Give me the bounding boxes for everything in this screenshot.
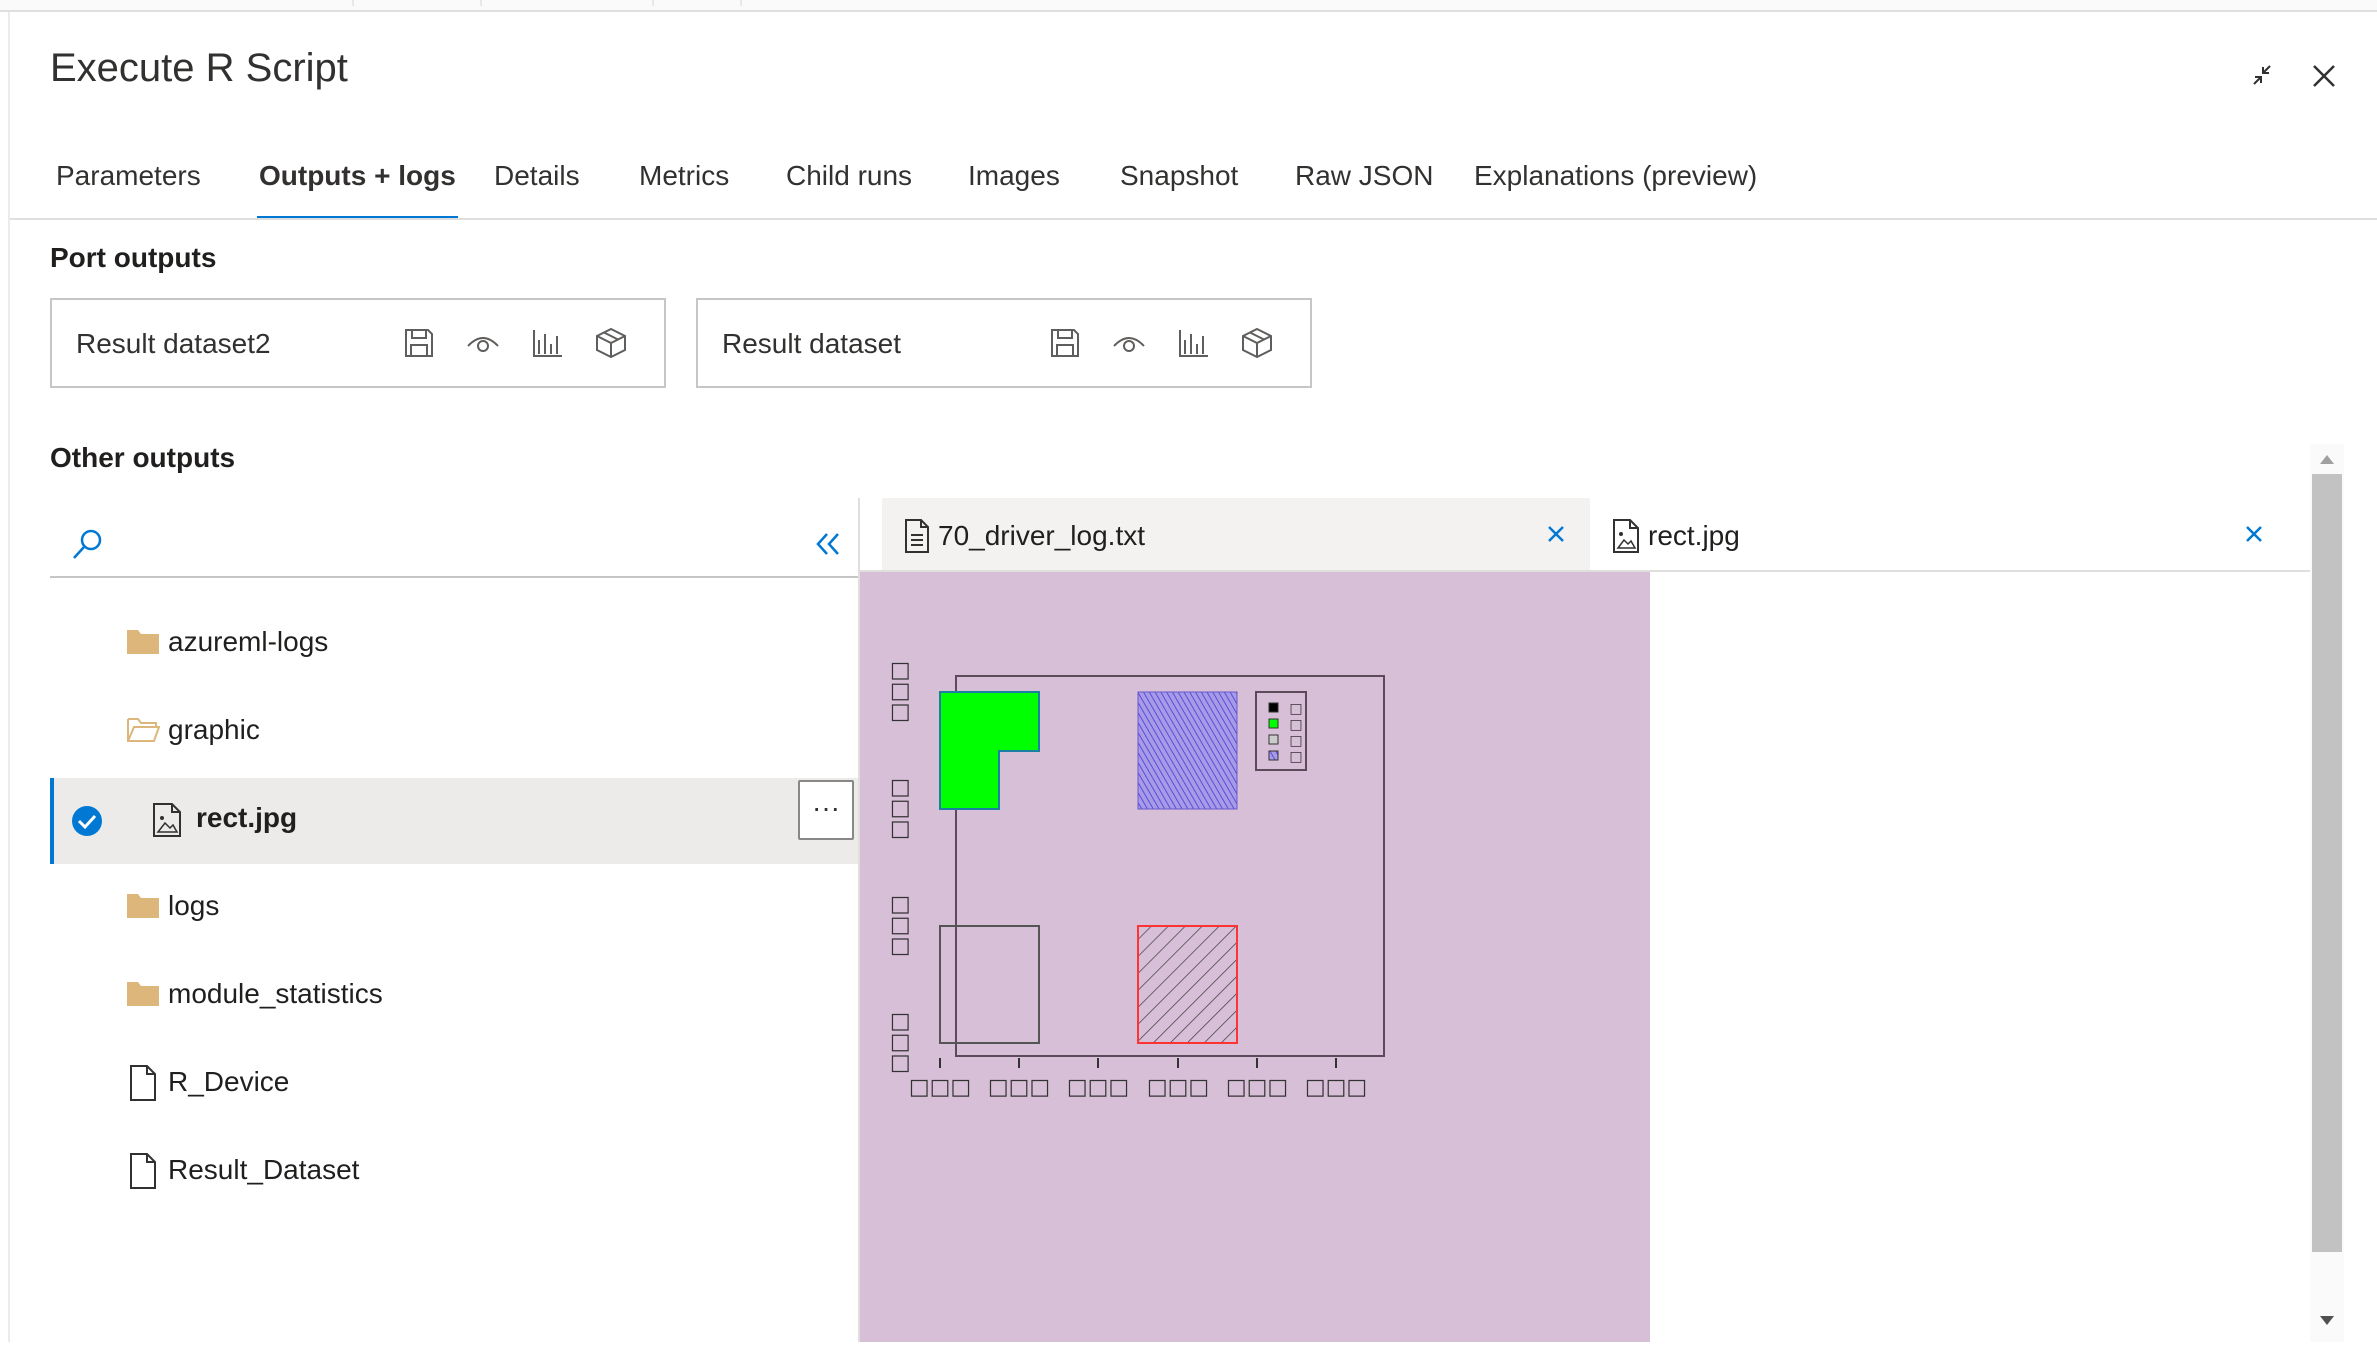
save-icon[interactable] <box>402 326 436 360</box>
scroll-down-icon[interactable] <box>2318 1314 2336 1328</box>
legend-entry: □ <box>1289 733 1302 749</box>
port-output-label: Result dataset2 <box>76 328 271 359</box>
x-tick-label: □□□ <box>1147 1075 1209 1100</box>
close-button[interactable] <box>2304 56 2344 96</box>
file-tab-label: rect.jpg <box>1648 520 1740 551</box>
y-tick-label: □□□ <box>887 895 912 957</box>
close-icon[interactable] <box>1542 520 1570 548</box>
page-title: Execute R Script <box>50 46 348 90</box>
x-tick-label: □□□ <box>1067 1075 1129 1100</box>
tree-item-label: module_statistics <box>168 978 383 1009</box>
tree-item-azureml-logs[interactable]: azureml-logs <box>50 602 860 688</box>
legend-entry: □ <box>1289 701 1302 717</box>
folder-icon <box>127 982 159 1006</box>
folder-open-icon <box>127 718 160 742</box>
file-search[interactable] <box>50 512 860 578</box>
empty-rect <box>939 925 1040 1044</box>
top-strip <box>0 0 2377 12</box>
tabs-divider <box>10 218 2377 220</box>
folder-icon <box>127 630 159 654</box>
checkmark-circle-icon[interactable] <box>70 804 104 838</box>
register-dataset-icon[interactable] <box>594 326 628 360</box>
x-tick-label: □□□ <box>1305 1075 1367 1100</box>
tree-item-logs[interactable]: logs <box>50 866 860 952</box>
rect-plot: □□□□□□□□□□□□□□□ □□□ □□□ □□□ □□□ □□□□□□□ <box>887 661 1385 1100</box>
collapse-arrows-icon <box>2253 65 2271 85</box>
tree-item-label: rect.jpg <box>196 802 298 833</box>
other-outputs-heading: Other outputs <box>50 442 236 473</box>
image-file-icon <box>153 803 181 837</box>
text-file-icon <box>905 519 929 553</box>
register-dataset-icon[interactable] <box>1240 326 1274 360</box>
tree-item-label: Result_Dataset <box>168 1154 360 1185</box>
more-icon: ··· <box>812 792 840 823</box>
image-preview: □□□ □□□ □□□ □□□ □□□ □□□ □□□ □□□ □□□ □□□ □ □ □ □ <box>860 572 1650 1342</box>
tree-item-r-device[interactable]: R_Device <box>50 1042 860 1128</box>
port-output-card: Result dataset2 <box>50 298 666 388</box>
tree-item-result-dataset[interactable]: Result_Dataset <box>50 1130 860 1216</box>
legend-swatch <box>1268 702 1279 713</box>
port-output-label: Result dataset <box>722 328 901 359</box>
file-icon <box>130 1153 156 1189</box>
tree-item-label: azureml-logs <box>168 626 329 657</box>
close-icon[interactable] <box>2240 520 2268 548</box>
search-icon <box>73 529 102 559</box>
eye-icon[interactable] <box>1112 326 1146 360</box>
legend-entry: □ <box>1289 749 1302 765</box>
tree-item-rect-jpg[interactable]: rect.jpg <box>50 778 860 864</box>
tree-item-label: graphic <box>168 714 260 745</box>
eye-icon[interactable] <box>466 326 500 360</box>
tree-item-module-statistics[interactable]: module_statistics <box>50 954 860 1040</box>
file-tab-rect-jpg[interactable]: rect.jpg <box>1592 498 2312 570</box>
port-output-card: Result dataset <box>696 298 1312 388</box>
legend-swatch <box>1268 718 1279 729</box>
tab-outputs-logs[interactable]: Outputs + logs <box>257 160 458 220</box>
tree-item-graphic[interactable]: graphic <box>50 690 860 776</box>
tree-item-label: logs <box>168 890 220 921</box>
port-outputs-heading: Port outputs <box>50 242 217 273</box>
x-tick-label: □□□ <box>909 1075 971 1100</box>
file-tab-label: 70_driver_log.txt <box>938 520 1146 551</box>
legend-swatch <box>1268 734 1279 745</box>
legend-swatch <box>1268 750 1279 761</box>
x-tick-label: □□□ <box>988 1075 1050 1100</box>
file-tab-driver-log[interactable]: 70_driver_log.txt <box>882 498 1590 572</box>
y-tick-label: □□□ <box>887 1012 912 1074</box>
tree-item-label: R_Device <box>168 1066 290 1097</box>
bar-chart-icon[interactable] <box>530 326 564 360</box>
y-tick-label: □□□ <box>887 661 912 723</box>
x-tick-label: □□□ <box>1226 1075 1288 1100</box>
red-hatched-rect <box>1137 925 1238 1044</box>
double-chevron-left-icon[interactable] <box>810 526 846 562</box>
close-icon <box>2313 65 2335 87</box>
run-details-panel: Execute R Script Parameters Outputs + lo… <box>8 12 2377 1342</box>
legend-entry: □ <box>1289 717 1302 733</box>
folder-icon <box>127 894 159 918</box>
image-file-icon <box>1613 519 1639 553</box>
file-icon <box>130 1065 156 1101</box>
scrollbar-thumb[interactable] <box>2312 474 2342 1252</box>
scroll-up-icon[interactable] <box>2318 452 2336 466</box>
blue-hatched-rect <box>1137 691 1238 810</box>
minimize-button[interactable] <box>2242 56 2282 96</box>
bar-chart-icon[interactable] <box>1176 326 1210 360</box>
save-icon[interactable] <box>1048 326 1082 360</box>
more-options-button[interactable]: ··· <box>798 780 854 840</box>
y-tick-label: □□□ <box>887 778 912 840</box>
green-rect <box>939 691 1040 810</box>
